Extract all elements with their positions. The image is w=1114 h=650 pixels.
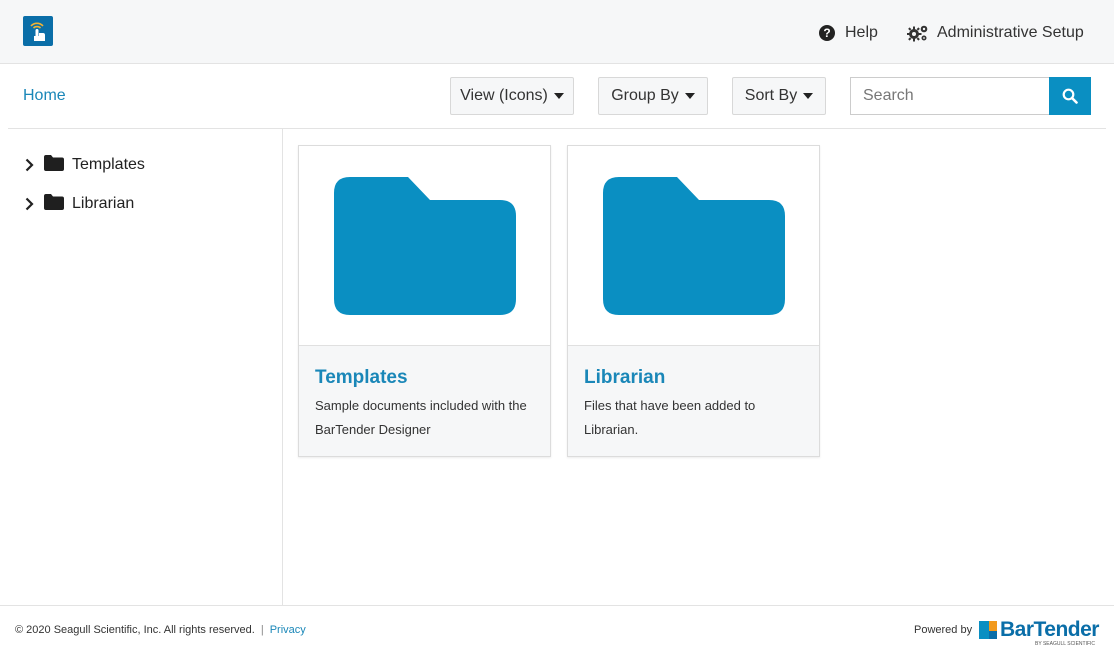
folder-icon — [44, 154, 64, 176]
app-logo-icon[interactable] — [23, 16, 53, 46]
card-thumbnail — [568, 146, 819, 346]
breadcrumb-home[interactable]: Home — [23, 87, 66, 105]
copyright-line: © 2020 Seagull Scientific, Inc. All righ… — [15, 624, 306, 636]
administrative-setup-link[interactable]: Administrative Setup — [907, 22, 1084, 44]
powered-by-label: Powered by — [914, 624, 973, 636]
sidebar-tree: Templates Librarian — [8, 129, 283, 605]
group-by-dropdown-button[interactable]: Group By — [598, 77, 708, 115]
sort-by-dropdown-button[interactable]: Sort By — [732, 77, 826, 115]
bartender-tagline: BY SEAGULL SCIENTIFIC — [1035, 641, 1096, 647]
bartender-mark-icon — [979, 621, 997, 639]
card-thumbnail — [299, 146, 550, 346]
folder-card-librarian[interactable]: Librarian Files that have been added to … — [567, 145, 820, 457]
search-input[interactable] — [850, 77, 1050, 115]
sort-by-label: Sort By — [744, 87, 798, 104]
folder-icon — [603, 177, 785, 315]
card-title[interactable]: Templates — [315, 367, 408, 389]
caret-down-icon — [553, 93, 564, 99]
chevron-right-icon[interactable] — [22, 197, 36, 211]
help-link[interactable]: ? Help — [819, 22, 878, 44]
folder-icon — [44, 193, 64, 215]
administrative-setup-label: Administrative Setup — [937, 24, 1084, 41]
caret-down-icon — [684, 93, 695, 99]
bartender-wordmark: BarTender — [1000, 618, 1099, 641]
view-dropdown-label: View (Icons) — [460, 87, 548, 104]
card-description: Sample documents included with the BarTe… — [315, 398, 527, 437]
help-label: Help — [845, 24, 878, 41]
search-button[interactable] — [1049, 77, 1091, 115]
question-circle-icon: ? — [819, 25, 835, 41]
folder-icon — [334, 177, 516, 315]
tree-item-templates[interactable]: Templates — [22, 154, 145, 176]
bartender-logo: BarTender BY SEAGULL SCIENTIFIC — [979, 616, 1099, 647]
search-icon — [1062, 88, 1078, 104]
view-dropdown-button[interactable]: View (Icons) — [450, 77, 574, 115]
footer-separator: | — [260, 624, 264, 636]
card-description: Files that have been added to Librarian. — [584, 398, 756, 437]
top-bar: ? Help Administrative Setup — [0, 0, 1114, 64]
chevron-right-icon[interactable] — [22, 158, 36, 172]
caret-down-icon — [803, 93, 814, 99]
copyright-text: © 2020 Seagull Scientific, Inc. All righ… — [15, 624, 255, 636]
toolbar: Home View (Icons) Group By Sort By — [8, 64, 1106, 129]
tree-item-librarian[interactable]: Librarian — [22, 193, 134, 215]
tree-item-label: Templates — [72, 156, 145, 173]
footer: © 2020 Seagull Scientific, Inc. All righ… — [0, 605, 1114, 650]
privacy-link[interactable]: Privacy — [270, 624, 306, 636]
folder-card-templates[interactable]: Templates Sample documents included with… — [298, 145, 551, 457]
card-title[interactable]: Librarian — [584, 367, 665, 389]
group-by-label: Group By — [611, 87, 679, 104]
gears-icon — [907, 25, 928, 42]
tree-item-label: Librarian — [72, 195, 135, 212]
